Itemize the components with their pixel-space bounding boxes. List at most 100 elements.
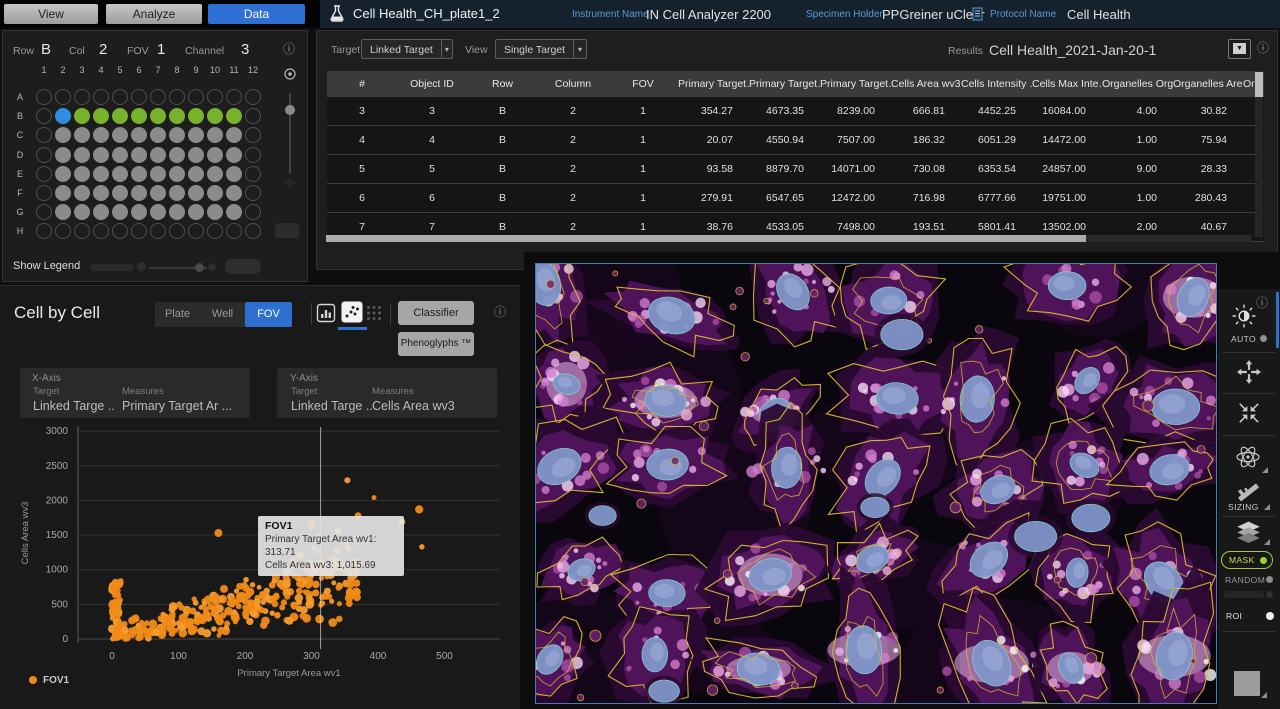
well-F7[interactable]: [150, 185, 166, 201]
well-A2[interactable]: [55, 89, 71, 105]
well-E2[interactable]: [55, 166, 71, 182]
well-B11[interactable]: [226, 108, 242, 124]
well-H7[interactable]: [150, 223, 166, 239]
results-info-icon[interactable]: ⓘ: [1257, 42, 1269, 54]
scatter-point[interactable]: [346, 600, 353, 607]
scatter-point[interactable]: [328, 618, 337, 627]
well-F1[interactable]: [36, 185, 52, 201]
scatter-point[interactable]: [165, 619, 172, 626]
viewer-info-icon[interactable]: ⓘ: [1256, 297, 1268, 309]
scatter-point[interactable]: [272, 578, 278, 584]
center-collapse-icon[interactable]: [1236, 400, 1262, 426]
phenoglyphs-button[interactable]: Phenoglyphs ™: [398, 332, 474, 356]
well-A9[interactable]: [188, 89, 204, 105]
layers-icon[interactable]: [1235, 521, 1262, 547]
well-H2[interactable]: [55, 223, 71, 239]
tab-fov[interactable]: FOV: [245, 302, 292, 327]
scatter-point[interactable]: [153, 629, 160, 636]
y-axis-target-value[interactable]: Linked Targe ..: [291, 399, 373, 413]
scatter-point[interactable]: [189, 630, 194, 635]
well-A3[interactable]: [74, 89, 90, 105]
tab-data[interactable]: Data: [208, 4, 305, 24]
well-G11[interactable]: [226, 204, 242, 220]
well-F9[interactable]: [188, 185, 204, 201]
well-H11[interactable]: [226, 223, 242, 239]
well-D1[interactable]: [36, 147, 52, 163]
column-header[interactable]: Column: [538, 78, 608, 90]
scatter-point[interactable]: [131, 614, 139, 622]
scatter-point[interactable]: [230, 600, 235, 605]
scatter-point[interactable]: [117, 620, 124, 627]
scatter-point[interactable]: [246, 618, 253, 625]
well-B9[interactable]: [188, 108, 204, 124]
classifier-button[interactable]: Classifier: [398, 301, 474, 325]
table-row[interactable]: 55B2193.588879.7014071.00730.086353.5424…: [327, 155, 1264, 184]
horizontal-scrollbar-track[interactable]: [326, 235, 1251, 242]
scatter-point[interactable]: [110, 584, 118, 592]
well-D5[interactable]: [112, 147, 128, 163]
well-D8[interactable]: [169, 147, 185, 163]
scatter-point[interactable]: [290, 602, 297, 609]
scatter-point[interactable]: [285, 617, 293, 625]
roi-toggle[interactable]: ROI: [1221, 609, 1277, 623]
well-A11[interactable]: [226, 89, 242, 105]
well-E11[interactable]: [226, 166, 242, 182]
well-C3[interactable]: [74, 127, 90, 143]
x-axis-selector[interactable]: X-Axis Target Measures Linked Targe .. P…: [20, 368, 250, 418]
scatter-point[interactable]: [112, 610, 119, 617]
well-H9[interactable]: [188, 223, 204, 239]
y-axis-selector[interactable]: Y-Axis Target Measures Linked Targe .. C…: [277, 368, 497, 418]
scatter-point[interactable]: [344, 477, 350, 483]
scatter-point[interactable]: [296, 600, 301, 605]
scatter-point[interactable]: [216, 618, 224, 626]
well-A10[interactable]: [207, 89, 223, 105]
scatter-point[interactable]: [305, 600, 314, 609]
plate-reset-button[interactable]: [275, 223, 299, 238]
scatter-point[interactable]: [167, 625, 174, 632]
scatter-point[interactable]: [243, 577, 249, 583]
well-B12[interactable]: [245, 108, 261, 124]
well-visibility-icon[interactable]: [283, 67, 297, 81]
well-F3[interactable]: [74, 185, 90, 201]
scatter-point[interactable]: [372, 495, 377, 500]
scatter-point[interactable]: [242, 610, 250, 618]
well-A5[interactable]: [112, 89, 128, 105]
tab-plate[interactable]: Plate: [155, 302, 200, 327]
column-header[interactable]: Object ID: [397, 78, 467, 90]
horizontal-scrollbar-thumb[interactable]: [326, 235, 1086, 242]
scatter-point[interactable]: [415, 505, 423, 513]
heatmap-grid-icon[interactable]: [366, 305, 382, 321]
scatter-chart-icon[interactable]: [341, 301, 363, 323]
chevron-down-icon[interactable]: ▾: [573, 40, 586, 58]
well-G5[interactable]: [112, 204, 128, 220]
column-header[interactable]: Organelles Are…: [1173, 78, 1243, 90]
scatter-point[interactable]: [250, 610, 257, 617]
scatter-point[interactable]: [169, 606, 176, 613]
histogram-chart-icon[interactable]: [316, 303, 336, 323]
column-header[interactable]: Row: [467, 78, 538, 90]
target-dropdown[interactable]: Linked Target ▾: [361, 39, 453, 59]
well-B2[interactable]: [55, 108, 71, 124]
auto-label[interactable]: AUTO: [1231, 334, 1256, 344]
well-A7[interactable]: [150, 89, 166, 105]
well-C4[interactable]: [93, 127, 109, 143]
brightness-contrast-icon[interactable]: [1231, 303, 1257, 329]
table-row[interactable]: 44B2120.074550.947507.00186.326051.29144…: [327, 126, 1264, 155]
scatter-point[interactable]: [296, 588, 303, 595]
legend-label[interactable]: FOV1: [43, 675, 69, 686]
well-E8[interactable]: [169, 166, 185, 182]
scatter-point[interactable]: [176, 601, 182, 607]
scatter-point[interactable]: [186, 622, 191, 627]
well-F4[interactable]: [93, 185, 109, 201]
scatter-point[interactable]: [326, 594, 332, 600]
well-H1[interactable]: [36, 223, 52, 239]
well-B6[interactable]: [131, 108, 147, 124]
scatter-point[interactable]: [250, 582, 255, 587]
scatter-point[interactable]: [211, 606, 217, 612]
well-H5[interactable]: [112, 223, 128, 239]
x-axis-target-value[interactable]: Linked Targe ..: [33, 399, 115, 413]
well-D3[interactable]: [74, 147, 90, 163]
well-G7[interactable]: [150, 204, 166, 220]
well-E4[interactable]: [93, 166, 109, 182]
well-C6[interactable]: [131, 127, 147, 143]
